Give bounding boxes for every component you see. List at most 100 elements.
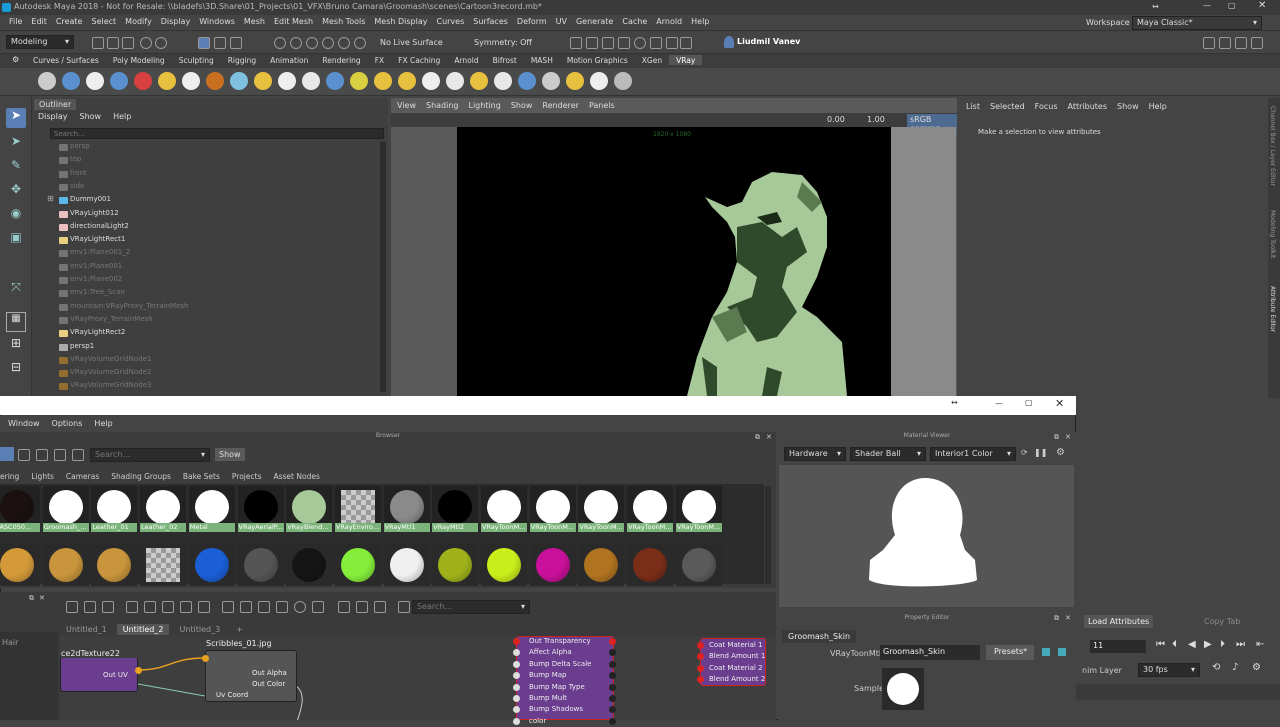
shelf-tab-rigging[interactable]: Rigging — [221, 55, 263, 65]
ne-search-icon[interactable] — [294, 601, 306, 613]
texture-swatch[interactable] — [237, 544, 284, 586]
menu-deform[interactable]: Deform — [517, 17, 547, 26]
vray-attr-row[interactable]: Bump Shadows — [513, 704, 616, 715]
vray-shelf-tool-icon-16[interactable] — [398, 72, 416, 90]
browser-search-input[interactable]: Search... ▾ — [90, 448, 210, 462]
vray-attr-in-port[interactable] — [513, 695, 520, 702]
node-editor-close-icon[interactable]: ✕ — [39, 594, 45, 602]
browser-float-icon[interactable]: ⧉ — [755, 433, 760, 442]
ne-tool-icon-3[interactable] — [102, 601, 114, 613]
manipulator-icon[interactable]: ⤧ — [6, 280, 26, 300]
pe-icon-1[interactable] — [1042, 648, 1050, 656]
menu-curves[interactable]: Curves — [436, 17, 464, 26]
outliner-menu-show[interactable]: Show — [80, 112, 102, 121]
material-swatch[interactable]: VRayToonM... — [481, 486, 527, 532]
resize-icon[interactable]: ↔ — [1152, 2, 1159, 11]
material-swatch[interactable]: VRayToonM... — [529, 486, 576, 532]
toggle-panel-icon-2[interactable] — [1219, 37, 1231, 49]
material-swatch[interactable]: VRayAerialP... — [237, 486, 284, 532]
coat-in-port[interactable] — [697, 664, 704, 672]
mv-close-icon[interactable]: ✕ — [1065, 433, 1071, 441]
attr-menu-focus[interactable]: Focus — [1035, 102, 1058, 111]
vray-shelf-tool-icon-25[interactable] — [614, 72, 632, 90]
live-surface-label[interactable]: No Live Surface — [380, 38, 443, 47]
loop-icon[interactable]: ⇤ — [1256, 639, 1264, 650]
vray-shelf-tool-icon-20[interactable] — [494, 72, 512, 90]
vray-shelf-tool-icon-1[interactable] — [38, 72, 56, 90]
paint-select-icon[interactable]: ✎ — [6, 158, 26, 178]
browser-tool-icon-3[interactable] — [36, 449, 48, 461]
mv-renderer-dropdown[interactable]: Hardware ▾ — [784, 447, 846, 461]
copy-tab-button[interactable]: Copy Tab — [1200, 615, 1244, 628]
snap-live-icon[interactable] — [354, 37, 366, 49]
pe-presets-button[interactable]: Presets* — [986, 645, 1034, 660]
go-end-icon[interactable]: ⏭ — [1236, 639, 1245, 650]
hs-minimize-button[interactable]: — — [995, 399, 1003, 408]
vray-attr-in-port[interactable] — [513, 706, 520, 714]
outliner-item[interactable]: Dummy001 — [70, 195, 111, 207]
viewport-menu-view[interactable]: View — [397, 101, 416, 110]
shelf-tab-xgen[interactable]: XGen — [635, 55, 669, 65]
vray-attr-out-port[interactable] — [609, 683, 616, 691]
vray-shelf-tool-icon-5[interactable] — [134, 72, 152, 90]
modeling-toolkit-tab[interactable]: Modeling Toolkit — [1269, 210, 1276, 258]
browser-close-icon[interactable]: ✕ — [766, 433, 772, 441]
snap-surface-icon[interactable] — [338, 37, 350, 49]
pe-icon-2[interactable] — [1058, 648, 1066, 656]
browser-tab-cameras[interactable]: Cameras — [66, 472, 99, 481]
four-pane-icon[interactable]: ⊞ — [6, 336, 26, 356]
outliner-item[interactable]: top — [70, 155, 81, 167]
ne-bookmark-icon[interactable] — [398, 601, 410, 613]
vray-shelf-tool-icon-18[interactable] — [446, 72, 464, 90]
vray-attr-in-port[interactable] — [513, 649, 520, 657]
render-frame-icon[interactable] — [586, 37, 598, 49]
texture-swatch[interactable] — [140, 544, 187, 586]
shelf-tab-animation[interactable]: Animation — [263, 55, 315, 65]
browser-tool-icon-1[interactable] — [0, 447, 14, 461]
command-line[interactable] — [1076, 684, 1280, 700]
outliner-item[interactable]: VRayVolumeGridNode3 — [70, 381, 151, 393]
vray-shelf-tool-icon-6[interactable] — [158, 72, 176, 90]
outliner-menu-display[interactable]: Display — [38, 112, 68, 121]
vray-attr-row[interactable]: Bump Delta Scale — [513, 659, 616, 670]
vray-attr-row[interactable]: Bump Map Type — [513, 682, 616, 693]
coat-material-node[interactable]: Coat Material 1 Blend Amount 1 Coat Materi… — [697, 638, 766, 686]
menu-edit[interactable]: Edit — [31, 17, 47, 26]
node-search-input[interactable]: Search... ▾ — [412, 600, 530, 614]
viewport-menu-shading[interactable]: Shading — [426, 101, 459, 110]
place2d-texture-node[interactable]: ce2dTexture22 Out UV — [60, 649, 142, 692]
texture-swatch[interactable] — [432, 544, 479, 586]
browser-tab-projects[interactable]: Projects — [232, 472, 262, 481]
shelf-tab-poly-modeling[interactable]: Poly Modeling — [106, 55, 172, 65]
material-swatch[interactable]: VRayToonM... — [578, 486, 625, 532]
outliner-item[interactable]: env1:Plane002 — [70, 275, 122, 287]
snap-point-icon[interactable] — [306, 37, 318, 49]
close-button[interactable]: ✕ — [1258, 0, 1266, 11]
expand-icon[interactable]: ⊞ — [47, 194, 54, 203]
channel-box-tab[interactable]: Channel Box / Layer Editor — [1269, 106, 1276, 186]
texture-swatch[interactable] — [188, 544, 235, 586]
new-scene-icon[interactable] — [92, 37, 104, 49]
viewport-render-area[interactable]: 1920 x 1080 — [457, 127, 891, 396]
shelf-tab-arnold[interactable]: Arnold — [447, 55, 485, 65]
outliner-scrollbar[interactable] — [380, 142, 386, 392]
menu-generate[interactable]: Generate — [576, 17, 613, 26]
ne-tool-icon-7[interactable] — [180, 601, 192, 613]
shelf-tab-sculpting[interactable]: Sculpting — [172, 55, 221, 65]
rotate-tool-icon[interactable]: ◉ — [6, 206, 26, 226]
select-object-icon[interactable] — [214, 37, 226, 49]
toggle-panel-icon-1[interactable] — [1203, 37, 1215, 49]
play-back-icon[interactable]: ◀ — [1188, 639, 1196, 650]
outliner-item[interactable]: directionalLight2 — [70, 222, 129, 234]
vray-shelf-tool-icon-17[interactable] — [422, 72, 440, 90]
pe-name-field[interactable]: Groomash_Skin — [880, 645, 980, 660]
vray-shelf-tool-icon-21[interactable] — [518, 72, 536, 90]
vray-attr-out-port[interactable] — [609, 695, 616, 702]
place2d-out-port[interactable] — [135, 667, 142, 674]
node-tab[interactable]: Untitled_3 — [173, 624, 226, 635]
vray-toon-node[interactable]: Out Transparency Affect Alpha Bump Delta S… — [513, 636, 616, 725]
browser-tab-ering[interactable]: ering — [0, 472, 19, 481]
browser-scrollbar[interactable] — [765, 486, 771, 584]
current-frame-field[interactable]: 11 — [1090, 640, 1146, 653]
ne-tool-icon-4[interactable] — [126, 601, 138, 613]
